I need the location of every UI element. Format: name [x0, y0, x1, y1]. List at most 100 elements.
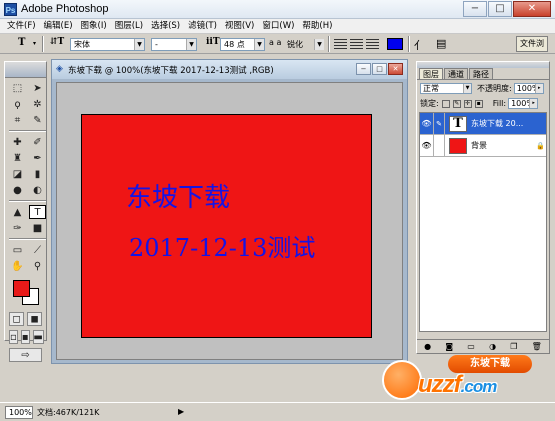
- document-title: 东坡下载 @ 100%(东坡下载 2017-12-13测试 ,RGB): [68, 66, 274, 76]
- font-family-select[interactable]: 宋体 ▼: [70, 38, 145, 51]
- adjustment-layer-icon[interactable]: ◑: [489, 342, 496, 351]
- link-icon[interactable]: [434, 134, 445, 157]
- lock-image-checkbox[interactable]: ✎: [452, 99, 461, 108]
- restore-button[interactable]: □: [488, 1, 512, 17]
- menu-layer[interactable]: 图层(L): [111, 19, 147, 33]
- healing-brush-icon[interactable]: ✚: [9, 135, 26, 149]
- chevron-right-icon: ▸: [534, 84, 543, 93]
- dodge-icon[interactable]: ◐: [29, 183, 46, 197]
- zoom-icon[interactable]: ⚲: [29, 259, 46, 273]
- align-right-icon[interactable]: [366, 39, 379, 49]
- align-center-icon[interactable]: [350, 39, 363, 49]
- lock-transparency-checkbox[interactable]: [441, 99, 450, 108]
- screen-mode-standard-icon[interactable]: ▫: [9, 330, 18, 344]
- toolbox: ⬚ ➤ ϙ ✲ ⌗ ✎ ✚ ✐ ♜ ✒ ◪ ▮ ● ◐ ▲ T ✑ ■ ▭ ⟋ …: [4, 61, 47, 362]
- marquee-icon[interactable]: ⬚: [9, 81, 26, 95]
- chevron-down-icon: ▼: [134, 39, 144, 50]
- notes-icon[interactable]: ▭: [9, 243, 26, 257]
- canvas-text-line-2[interactable]: 2017-12-13测试: [129, 228, 315, 263]
- menu-select[interactable]: 选择(S): [147, 19, 184, 33]
- document-size: 文档:467K/121K: [37, 408, 100, 417]
- palette-tabs: 图层 通道 路径: [417, 68, 549, 80]
- chevron-right-icon: ▸: [529, 99, 538, 108]
- tab-channels[interactable]: 通道: [444, 68, 468, 79]
- foreground-color-swatch[interactable]: [13, 280, 30, 297]
- gradient-icon[interactable]: ▮: [29, 167, 46, 181]
- brush-icon[interactable]: ✐: [29, 135, 46, 149]
- blur-icon[interactable]: ●: [9, 183, 26, 197]
- tab-paths[interactable]: 路径: [469, 68, 493, 79]
- options-bar: T ▾ ⇵T 宋体 ▼ - ▼ ⅱT 48 点 ▼ a a 锐化 ▼ ⺅ ▤ 文…: [0, 34, 555, 54]
- tool-divider: [9, 200, 46, 202]
- layer-set-icon[interactable]: ▭: [467, 342, 475, 351]
- document-close-button[interactable]: ✕: [388, 63, 403, 75]
- menu-file[interactable]: 文件(F): [3, 19, 40, 33]
- zoom-field[interactable]: 100%: [5, 406, 33, 419]
- canvas[interactable]: 东坡下载 2017-12-13测试: [81, 114, 372, 338]
- layer-style-icon[interactable]: ●: [424, 342, 431, 351]
- fill-input[interactable]: 100% ▸: [508, 98, 539, 109]
- magic-wand-icon[interactable]: ✲: [29, 97, 46, 111]
- document-title-bar[interactable]: ◈ 东坡下载 @ 100%(东坡下载 2017-12-13测试 ,RGB) − …: [52, 60, 407, 79]
- eyedropper-icon[interactable]: ⟋: [29, 243, 46, 257]
- rectangle-shape-icon[interactable]: ■: [29, 221, 46, 235]
- menu-view[interactable]: 视图(V): [221, 19, 258, 33]
- screen-mode-full-icon[interactable]: ▬: [32, 330, 44, 344]
- pasteboard: 东坡下载 2017-12-13测试: [56, 82, 403, 360]
- path-selection-icon[interactable]: ▲: [9, 205, 26, 219]
- text-orientation-icon[interactable]: ⇵T: [50, 37, 64, 47]
- layer-mask-icon[interactable]: ◙: [445, 342, 453, 351]
- type-tool-icon[interactable]: T: [29, 205, 46, 219]
- standard-mode-icon[interactable]: ◻: [9, 312, 24, 326]
- lock-position-checkbox[interactable]: ✛: [463, 99, 472, 108]
- toolbox-header[interactable]: [5, 62, 46, 78]
- menu-image[interactable]: 图象(I): [77, 19, 111, 33]
- type-tool-preset-icon[interactable]: T: [18, 37, 25, 48]
- align-left-icon[interactable]: [334, 39, 347, 49]
- warp-text-icon[interactable]: ⺅: [414, 37, 425, 53]
- menu-help[interactable]: 帮助(H): [298, 19, 336, 33]
- eraser-icon[interactable]: ◪: [9, 167, 26, 181]
- slice-icon[interactable]: ✎: [29, 113, 46, 127]
- document-maximize-button[interactable]: □: [372, 63, 387, 75]
- palettes-toggle-icon[interactable]: ▤: [436, 37, 446, 50]
- eye-icon[interactable]: 👁: [420, 134, 434, 157]
- font-size-select[interactable]: 48 点 ▼: [220, 38, 265, 51]
- file-browser-tab[interactable]: 文件浏: [516, 36, 548, 52]
- trash-icon[interactable]: 🗑: [532, 342, 542, 351]
- menu-filter[interactable]: 滤镜(T): [184, 19, 221, 33]
- watermark-logo: 东坡下载 uzzf.com: [382, 355, 550, 401]
- screen-mode-menu-icon[interactable]: ▪: [20, 330, 30, 344]
- eye-icon[interactable]: 👁: [420, 112, 434, 135]
- quick-mask-icon[interactable]: ◼: [27, 312, 42, 326]
- lasso-icon[interactable]: ϙ: [9, 97, 26, 111]
- font-style-select[interactable]: - ▼: [151, 38, 197, 51]
- layer-row-background[interactable]: 👁 背景 🔒: [420, 134, 546, 157]
- menu-window[interactable]: 窗口(W): [258, 19, 298, 33]
- preset-dropdown-arrow-icon[interactable]: ▾: [33, 40, 36, 47]
- tab-layers[interactable]: 图层: [419, 68, 443, 79]
- watermark-suffix: .com: [460, 377, 498, 396]
- canvas-text-line-1[interactable]: 东坡下载: [126, 177, 230, 214]
- pen-icon[interactable]: ✑: [9, 221, 26, 235]
- layer-row-text[interactable]: 👁 ✎ T 东坡下载 20...: [420, 112, 546, 135]
- move-icon[interactable]: ➤: [29, 81, 46, 95]
- menu-edit[interactable]: 编辑(E): [40, 19, 77, 33]
- tool-grid: ⬚ ➤ ϙ ✲ ⌗ ✎ ✚ ✐ ♜ ✒ ◪ ▮ ● ◐ ▲ T ✑ ■ ▭ ⟋ …: [5, 78, 46, 276]
- close-button[interactable]: ✕: [513, 1, 551, 17]
- new-layer-icon[interactable]: ❐: [510, 342, 517, 351]
- brush-icon[interactable]: ✎: [434, 112, 445, 135]
- jump-to-imageready-icon[interactable]: ⇨: [9, 348, 42, 362]
- document-minimize-button[interactable]: −: [356, 63, 371, 75]
- lock-all-checkbox[interactable]: ▪: [474, 99, 483, 108]
- antialias-select[interactable]: 锐化 ▼: [283, 38, 325, 51]
- crop-icon[interactable]: ⌗: [9, 113, 26, 127]
- minimize-button[interactable]: −: [463, 1, 487, 17]
- hand-icon[interactable]: ✋: [9, 259, 26, 273]
- clone-stamp-icon[interactable]: ♜: [9, 151, 26, 165]
- opacity-input[interactable]: 100% ▸: [513, 83, 544, 94]
- text-color-swatch[interactable]: [387, 38, 403, 50]
- status-menu-arrow-icon[interactable]: ▶: [178, 407, 184, 416]
- history-brush-icon[interactable]: ✒: [29, 151, 46, 165]
- blend-mode-select[interactable]: 正常 ▼: [420, 83, 472, 94]
